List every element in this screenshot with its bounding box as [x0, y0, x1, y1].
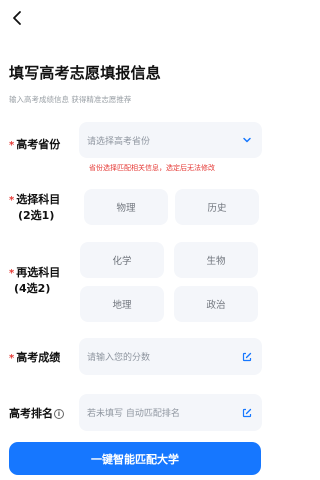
required-mark: *: [9, 353, 15, 364]
secondary-subjects-label-line2: (4选2): [14, 282, 51, 295]
subject-geography-option[interactable]: 地理: [80, 286, 164, 322]
subject-biology-option[interactable]: 生物: [174, 242, 258, 278]
province-placeholder: 请选择高考省份: [87, 136, 151, 147]
subject-history-option[interactable]: 历史: [175, 189, 259, 225]
score-label: * 高考成绩: [9, 350, 60, 366]
info-icon[interactable]: i: [54, 409, 64, 419]
smart-match-button[interactable]: 一键智能匹配大学: [9, 442, 261, 475]
score-placeholder: 请输入您的分数: [87, 353, 151, 363]
subject-chemistry-option[interactable]: 化学: [80, 242, 164, 278]
back-button[interactable]: [8, 8, 28, 28]
province-hint: 省份选择匹配相关信息，选定后无法修改: [89, 164, 215, 172]
score-label-text: 高考成绩: [16, 351, 61, 364]
primary-subjects-label: * 选择科目 (2选1): [9, 192, 60, 223]
province-select[interactable]: 请选择高考省份: [79, 122, 262, 158]
subject-politics-option[interactable]: 政治: [174, 286, 258, 322]
page-subtitle: 输入高考成绩信息 获得精准志愿推荐: [9, 95, 132, 104]
subject-physics-option[interactable]: 物理: [84, 189, 168, 225]
rank-input[interactable]: 若未填写 自动匹配排名: [79, 394, 262, 431]
rank-label-text: 高考排名: [9, 407, 53, 420]
rank-placeholder: 若未填写 自动匹配排名: [87, 409, 180, 419]
required-mark: *: [9, 268, 15, 279]
required-mark: *: [9, 195, 15, 206]
secondary-subjects-label-line1: 再选科目: [16, 266, 61, 279]
rank-label: 高考排名 i: [9, 406, 64, 421]
edit-icon: [242, 408, 252, 417]
province-label: * 高考省份: [9, 137, 60, 153]
back-arrow-icon: [13, 11, 21, 25]
province-label-text: 高考省份: [16, 138, 61, 151]
required-mark: *: [9, 140, 15, 151]
primary-subjects-label-line2: (2选1): [18, 209, 55, 222]
primary-subjects-label-line1: 选择科目: [16, 193, 61, 206]
page-title: 填写高考志愿填报信息: [9, 64, 162, 82]
secondary-subjects-label: * 再选科目 (4选2): [9, 265, 60, 296]
score-input[interactable]: 请输入您的分数: [79, 338, 262, 375]
chevron-down-icon: [243, 137, 251, 143]
edit-icon: [242, 352, 252, 361]
